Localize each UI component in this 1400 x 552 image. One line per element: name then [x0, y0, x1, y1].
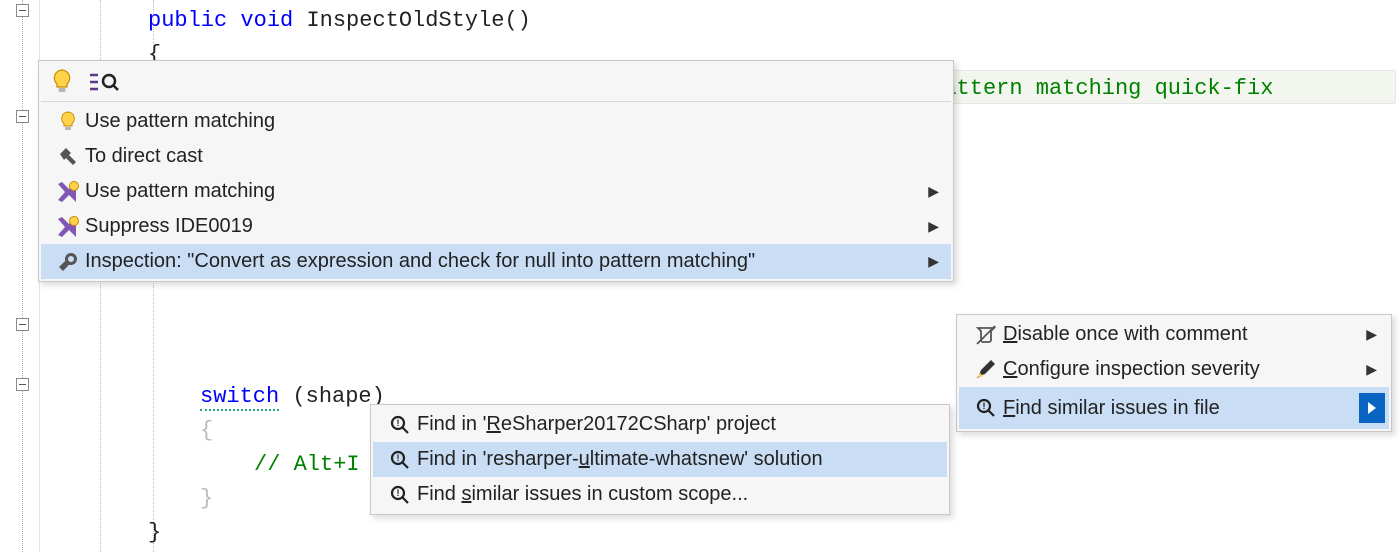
search-warning-icon: !	[383, 414, 417, 436]
svg-text:!: !	[983, 401, 986, 411]
fold-toggle-icon[interactable]	[16, 378, 29, 391]
hammer-icon	[51, 146, 85, 168]
menu-item-label: Use pattern matching	[85, 110, 939, 133]
find-scope-submenu: ! Find in 'ReSharper20172CSharp' project…	[370, 404, 950, 515]
lightbulb-icon	[51, 111, 85, 133]
disable-icon	[969, 324, 1003, 346]
menu-item-use-pattern-matching[interactable]: Use pattern matching	[41, 104, 951, 139]
vs-lightbulb-icon	[51, 216, 85, 238]
menu-item-label: Find in 'ReSharper20172CSharp' project	[417, 413, 935, 436]
menu-item-label: Disable once with comment	[1003, 323, 1359, 346]
menu-item-label: Find in 'resharper-ultimate-whatsnew' so…	[417, 448, 935, 471]
svg-text:!: !	[397, 418, 400, 428]
submenu-arrow-icon: ▶	[921, 253, 939, 270]
menu-item-label: Configure inspection severity	[1003, 358, 1359, 381]
inspection-submenu: Disable once with comment ▶ Configure in…	[956, 314, 1392, 432]
fold-toggle-icon[interactable]	[16, 4, 29, 17]
code-line: }	[148, 516, 1400, 550]
search-warning-icon: !	[969, 397, 1003, 419]
menu-item-label: Suppress IDE0019	[85, 215, 921, 238]
quickfix-menu-header	[41, 63, 951, 102]
menu-item-label: Inspection: "Convert as expression and c…	[85, 250, 921, 273]
fold-toggle-icon[interactable]	[16, 110, 29, 123]
fold-toggle-icon[interactable]	[16, 318, 29, 331]
menu-item-use-pattern-matching-vs[interactable]: Use pattern matching ▶	[41, 174, 951, 209]
inspect-icon[interactable]	[89, 71, 119, 93]
menu-item-disable-once[interactable]: Disable once with comment ▶	[959, 317, 1389, 352]
menu-item-suppress-ide0019[interactable]: Suppress IDE0019 ▶	[41, 209, 951, 244]
menu-item-inspection[interactable]: Inspection: "Convert as expression and c…	[41, 244, 951, 279]
menu-item-configure-severity[interactable]: Configure inspection severity ▶	[959, 352, 1389, 387]
pen-icon	[969, 359, 1003, 381]
menu-item-find-similar[interactable]: ! Find similar issues in file	[959, 387, 1389, 429]
submenu-arrow-icon: ▶	[921, 183, 939, 200]
menu-item-find-custom-scope[interactable]: ! Find similar issues in custom scope...	[373, 477, 947, 512]
search-warning-icon: !	[383, 449, 417, 471]
menu-item-find-in-project[interactable]: ! Find in 'ReSharper20172CSharp' project	[373, 407, 947, 442]
vs-lightbulb-icon	[51, 181, 85, 203]
quickfix-menu: Use pattern matching To direct cast Use …	[38, 60, 954, 282]
code-line: public void InspectOldStyle()	[148, 4, 1400, 38]
menu-item-find-in-solution[interactable]: ! Find in 'resharper-ultimate-whatsnew' …	[373, 442, 947, 477]
menu-item-label: To direct cast	[85, 145, 939, 168]
submenu-arrow-icon: ▶	[921, 218, 939, 235]
lightbulb-icon[interactable]	[51, 69, 73, 95]
submenu-arrow-active-icon	[1359, 393, 1385, 423]
fold-guide-line	[22, 0, 23, 552]
wrench-icon	[51, 251, 85, 273]
menu-item-label: Use pattern matching	[85, 180, 921, 203]
menu-item-label: Find similar issues in custom scope...	[417, 483, 935, 506]
submenu-arrow-icon: ▶	[1359, 361, 1377, 378]
svg-text:!: !	[397, 453, 400, 463]
search-warning-icon: !	[383, 484, 417, 506]
submenu-arrow-icon: ▶	[1359, 326, 1377, 343]
svg-text:!: !	[397, 488, 400, 498]
menu-item-label: Find similar issues in file	[1003, 397, 1351, 420]
editor-gutter	[0, 0, 40, 552]
menu-item-to-direct-cast[interactable]: To direct cast	[41, 139, 951, 174]
